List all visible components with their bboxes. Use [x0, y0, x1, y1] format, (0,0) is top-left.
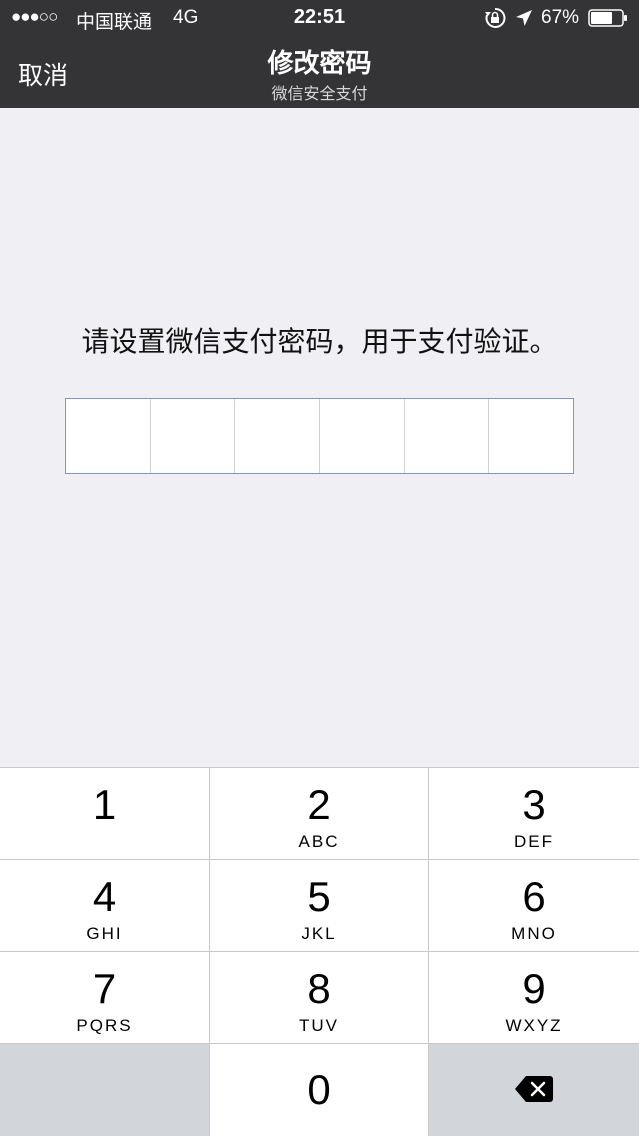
key-7[interactable]: 7 PQRS	[0, 952, 209, 1043]
key-1[interactable]: 1	[0, 768, 209, 859]
key-digit: 5	[307, 873, 331, 920]
key-digit: 3	[522, 781, 546, 828]
key-letters: PQRS	[76, 1016, 133, 1035]
password-prompt: 请设置微信支付密码，用于支付验证。	[81, 326, 558, 357]
pin-digit-slot[interactable]	[489, 399, 573, 473]
key-4[interactable]: 4 GHI	[0, 860, 209, 951]
battery-percent: 67%	[541, 7, 580, 28]
status-bar: ●●●○○ 中国联通 4G 22:51 67%	[0, 0, 639, 36]
key-letters: MNO	[511, 924, 557, 943]
location-arrow-icon	[514, 8, 534, 28]
orientation-lock-icon	[484, 7, 506, 29]
key-5[interactable]: 5 JKL	[210, 860, 428, 951]
key-8[interactable]: 8 TUV	[210, 952, 428, 1043]
key-letters: TUV	[299, 1016, 339, 1035]
key-9[interactable]: 9 WXYZ	[429, 952, 639, 1043]
key-digit: 0	[307, 1066, 331, 1113]
screen: ●●●○○ 中国联通 4G 22:51 67% 取消 修改密码 微信安全支付 请…	[0, 0, 639, 1136]
pin-digit-slot[interactable]	[405, 399, 490, 473]
key-digit: 6	[522, 873, 546, 920]
backspace-icon	[514, 1074, 554, 1104]
pin-digit-slot[interactable]	[151, 399, 236, 473]
key-digit: 9	[522, 965, 546, 1012]
key-digit: 8	[307, 965, 331, 1012]
key-letters: WXYZ	[505, 1016, 563, 1035]
key-letters: GHI	[86, 924, 123, 943]
page-subtitle: 微信安全支付	[271, 86, 368, 103]
pin-digit-slot[interactable]	[66, 399, 151, 473]
blank-key	[0, 1044, 209, 1136]
backspace-key[interactable]	[429, 1044, 639, 1136]
key-letters: JKL	[301, 924, 337, 943]
key-letters: ABC	[298, 832, 340, 851]
key-letters: DEF	[514, 832, 554, 851]
pin-input[interactable]	[65, 398, 574, 474]
key-0[interactable]: 0	[210, 1044, 428, 1136]
key-digit: 1	[92, 781, 117, 828]
pin-digit-slot[interactable]	[320, 399, 405, 473]
header: ●●●○○ 中国联通 4G 22:51 67% 取消 修改密码 微信安全支付	[0, 0, 639, 108]
battery-icon	[588, 8, 628, 28]
key-6[interactable]: 6 MNO	[429, 860, 639, 951]
key-digit: 2	[307, 781, 331, 828]
pin-digit-slot[interactable]	[235, 399, 321, 473]
key-3[interactable]: 3 DEF	[429, 768, 639, 859]
nav-bar: 取消 修改密码 微信安全支付	[0, 36, 639, 108]
key-digit: 7	[92, 965, 117, 1012]
key-2[interactable]: 2 ABC	[210, 768, 428, 859]
numeric-keypad: 1 2 ABC 3 DEF 4 GHI 5 JKL 6 MNO 7 PQRS 8…	[0, 767, 639, 1136]
key-digit: 4	[92, 873, 117, 920]
page-title: 修改密码	[267, 48, 372, 78]
